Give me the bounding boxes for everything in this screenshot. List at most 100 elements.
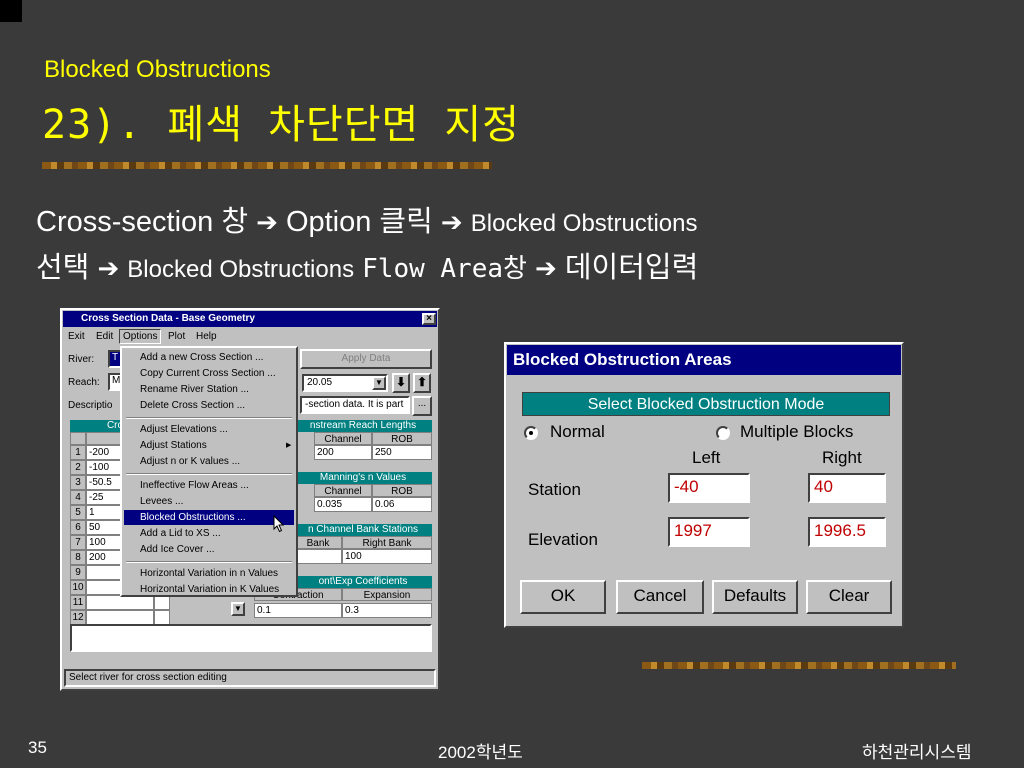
grid-station-cell[interactable] — [86, 610, 154, 625]
station-right-input[interactable]: 40 — [808, 473, 886, 503]
slide-title: 23). 폐색 차단단면 지정 — [42, 102, 520, 148]
footer-year: 2002학년도 — [438, 743, 523, 762]
grid-row-number: 8 — [70, 550, 86, 565]
menu-item-copy-cross-section[interactable]: Copy Current Cross Section ... — [140, 368, 276, 379]
description-field[interactable]: -section data. It is part — [300, 396, 410, 414]
grid-row-number: 4 — [70, 490, 86, 505]
description-label: Descriptio — [68, 400, 113, 411]
cross-section-titlebar[interactable]: Cross Section Data - Base Geometry — [63, 311, 437, 327]
grid-elevation-cell[interactable] — [154, 595, 170, 610]
grid-row-number: 7 — [70, 535, 86, 550]
instr-flow-area: Flow Area창 — [362, 254, 527, 284]
reach-channel-header: Channel — [314, 432, 372, 445]
menu-exit[interactable]: Exit — [68, 331, 85, 342]
menu-item-adjust-n-k[interactable]: Adjust n or K values ... — [140, 456, 240, 467]
river-station-select[interactable]: 20.05 ▼ — [302, 374, 388, 392]
instr-cross-section: Cross-section 창 — [36, 206, 249, 238]
menu-separator — [126, 473, 292, 475]
arrow-up-icon: ⬆ — [416, 375, 428, 389]
grid-elevation-cell[interactable] — [154, 610, 170, 625]
elevation-left-input[interactable]: 1997 — [668, 517, 750, 547]
submenu-arrow-icon: ▶ — [286, 442, 292, 449]
station-label: Station — [528, 480, 581, 499]
cross-section-window: Cross Section Data - Base Geometry × Exi… — [60, 308, 440, 691]
ok-button[interactable]: OK — [520, 580, 606, 614]
blocked-obstruction-dialog: Blocked Obstruction Areas Select Blocked… — [504, 342, 904, 628]
right-bank-value[interactable]: 100 — [342, 549, 432, 564]
menu-item-ineffective-flow[interactable]: Ineffective Flow Areas ... — [140, 480, 249, 491]
close-icon: × — [426, 313, 432, 324]
window-title: Cross Section Data - Base Geometry — [81, 313, 255, 324]
expansion-value[interactable]: 0.3 — [342, 603, 432, 618]
menu-edit[interactable]: Edit — [96, 331, 113, 342]
station-down-button[interactable]: ⬇ — [392, 373, 410, 393]
close-button[interactable]: × — [422, 313, 436, 325]
clear-button[interactable]: Clear — [806, 580, 892, 614]
elevation-label: Elevation — [528, 530, 598, 549]
footer-org: 하천관리시스템 — [862, 743, 972, 762]
instr-data-input: 데이터입력 — [564, 252, 699, 284]
menu-item-levees[interactable]: Levees ... — [140, 496, 183, 507]
menu-help[interactable]: Help — [196, 331, 217, 342]
menu-item-add-cross-section[interactable]: Add a new Cross Section ... — [140, 352, 263, 363]
grid-row-number: 12 — [70, 610, 86, 625]
mode-header: Select Blocked Obstruction Mode — [522, 392, 890, 416]
right-column-label: Right — [822, 448, 862, 467]
apply-data-button[interactable]: Apply Data — [300, 349, 432, 369]
arrow-icon: ➔ — [535, 253, 557, 283]
station-left-input[interactable]: -40 — [668, 473, 750, 503]
menu-item-horizontal-k[interactable]: Horizontal Variation in K Values — [140, 584, 279, 595]
elevation-right-input[interactable]: 1996.5 — [808, 517, 886, 547]
grid-row-number: 3 — [70, 475, 86, 490]
mannings-channel-header: Channel — [314, 484, 372, 497]
reach-lengths-header: nstream Reach Lengths — [294, 420, 432, 432]
menu-item-rename-station[interactable]: Rename River Station ... — [140, 384, 249, 395]
menu-plot[interactable]: Plot — [168, 331, 185, 342]
station-up-button[interactable]: ⬆ — [413, 373, 431, 393]
menu-item-adjust-stations[interactable]: Adjust Stations — [140, 440, 207, 451]
multiple-blocks-radio[interactable] — [716, 426, 730, 440]
defaults-button[interactable]: Defaults — [712, 580, 798, 614]
menu-separator — [126, 417, 292, 419]
menu-item-horizontal-n[interactable]: Horizontal Variation in n Values — [140, 568, 278, 579]
instr-blocked: Blocked Obstructions — [470, 210, 698, 237]
description-more-button[interactable]: ... — [412, 396, 432, 416]
normal-radio[interactable] — [524, 426, 538, 440]
menu-item-delete-cross-section[interactable]: Delete Cross Section ... — [140, 400, 245, 411]
menu-separator — [126, 561, 292, 563]
mannings-rob-value[interactable]: 0.06 — [372, 497, 432, 512]
reach-rob-header: ROB — [372, 432, 432, 445]
mannings-channel-value[interactable]: 0.035 — [314, 497, 372, 512]
menu-item-add-ice-cover[interactable]: Add Ice Cover ... — [140, 544, 214, 555]
decorative-bar-bottom — [642, 662, 956, 669]
cancel-button[interactable]: Cancel — [616, 580, 704, 614]
chevron-down-icon[interactable]: ▼ — [372, 376, 386, 390]
instruction-line-1: Cross-section 창 ➔ Option 클릭 ➔ Blocked Ob… — [36, 198, 698, 240]
coefficients-header: ont\Exp Coefficients — [294, 576, 432, 588]
mouse-cursor-icon — [273, 515, 285, 533]
left-bank-value[interactable] — [294, 549, 342, 564]
menu-item-blocked-obstructions[interactable]: Blocked Obstructions ... — [140, 512, 246, 523]
reach-channel-value[interactable]: 200 — [314, 445, 372, 460]
left-column-label: Left — [692, 448, 721, 467]
normal-label: Normal — [550, 422, 605, 441]
grid-scroll-down[interactable]: ▼ — [231, 602, 245, 616]
contraction-value[interactable]: 0.1 — [254, 603, 342, 618]
menu-options[interactable]: Options — [119, 329, 162, 344]
menu-item-adjust-elevations[interactable]: Adjust Elevations ... — [140, 424, 228, 435]
bank-stations-header: n Channel Bank Stations — [294, 524, 432, 536]
multiple-blocks-label: Multiple Blocks — [740, 422, 854, 441]
mannings-header: Manning's n Values — [294, 472, 432, 484]
river-label: River: — [68, 354, 95, 365]
menu-item-add-lid[interactable]: Add a Lid to XS ... — [140, 528, 221, 539]
decorative-bar-top — [42, 162, 492, 169]
corner-block — [0, 0, 22, 22]
reach-rob-value[interactable]: 250 — [372, 445, 432, 460]
grid-corner — [70, 432, 86, 445]
blocked-dialog-titlebar[interactable]: Blocked Obstruction Areas — [507, 345, 901, 375]
grid-row-number: 10 — [70, 580, 86, 595]
reach-label: Reach: — [68, 377, 100, 388]
grid-station-cell[interactable] — [86, 595, 154, 610]
grid-row-number: 11 — [70, 595, 86, 610]
plot-area — [70, 624, 432, 652]
